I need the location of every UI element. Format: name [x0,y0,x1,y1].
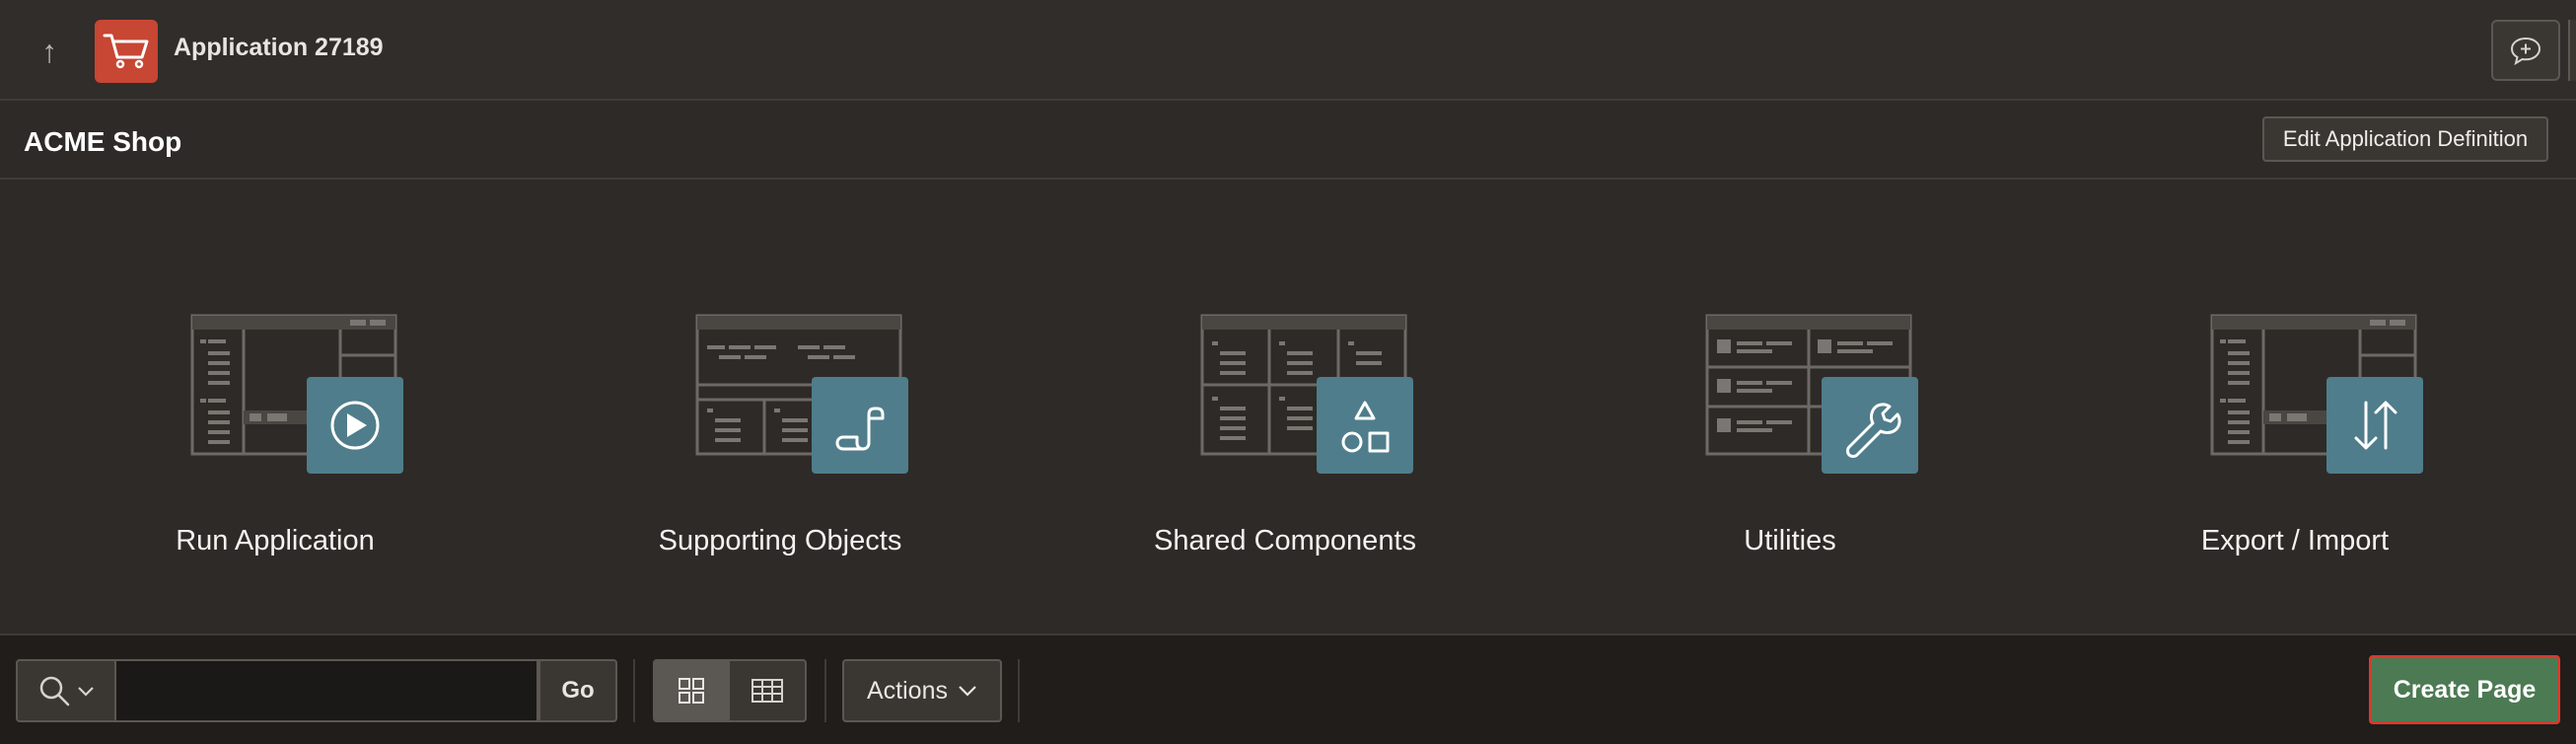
search-input[interactable] [116,659,538,722]
overflow-button-edge[interactable] [2568,20,2576,81]
run-application-illustration [190,314,403,474]
supporting-objects-illustration [695,314,908,474]
table-view-icon [751,679,783,703]
application-title: Application 27189 [174,34,384,61]
tile-export-import[interactable]: Export / Import [2137,296,2453,572]
icon-view-button[interactable] [653,659,730,722]
tile-run-application[interactable]: Run Application [117,296,433,572]
edit-application-definition-button[interactable]: Edit Application Definition [2262,116,2548,162]
arrow-up-icon[interactable]: ↑ [32,34,67,69]
tile-supporting-objects[interactable]: Supporting Objects [622,296,938,572]
create-page-button[interactable]: Create Page [2369,655,2560,724]
tile-utilities[interactable]: Utilities [1632,296,1948,572]
utilities-illustration [1705,314,1918,474]
feedback-button[interactable] [2491,20,2560,81]
report-view-button[interactable] [730,659,807,722]
tile-label: Shared Components [1154,525,1416,557]
view-toggle [653,659,807,722]
actions-label: Actions [867,676,948,705]
search-options-button[interactable] [16,659,116,722]
shared-components-illustration [1200,314,1413,474]
grid-view-icon [679,678,704,704]
tile-label: Export / Import [2200,525,2390,557]
export-import-illustration [2210,314,2423,474]
shopping-cart-icon [95,20,158,83]
feedback-chat-icon [2510,37,2541,65]
toolbar-divider [633,659,635,722]
toolbar-divider [824,659,826,722]
bottom-toolbar: Go Actions Create Page [0,633,2576,744]
page-header: ACME Shop Edit Application Definition [0,101,2576,180]
tile-label: Utilities [1744,525,1836,557]
tile-label: Run Application [176,525,375,557]
page-title: ACME Shop [24,126,182,157]
go-button[interactable]: Go [538,659,617,722]
actions-menu-button[interactable]: Actions [842,659,1002,722]
search-group: Go [16,659,617,722]
chevron-down-icon [959,686,976,697]
search-icon [39,676,70,707]
top-bar: ↑ Application 27189 [0,0,2576,101]
toolbar-divider [1018,659,1020,722]
chevron-down-icon [78,687,94,697]
tile-shared-components[interactable]: Shared Components [1127,296,1443,572]
tile-label: Supporting Objects [658,525,902,557]
